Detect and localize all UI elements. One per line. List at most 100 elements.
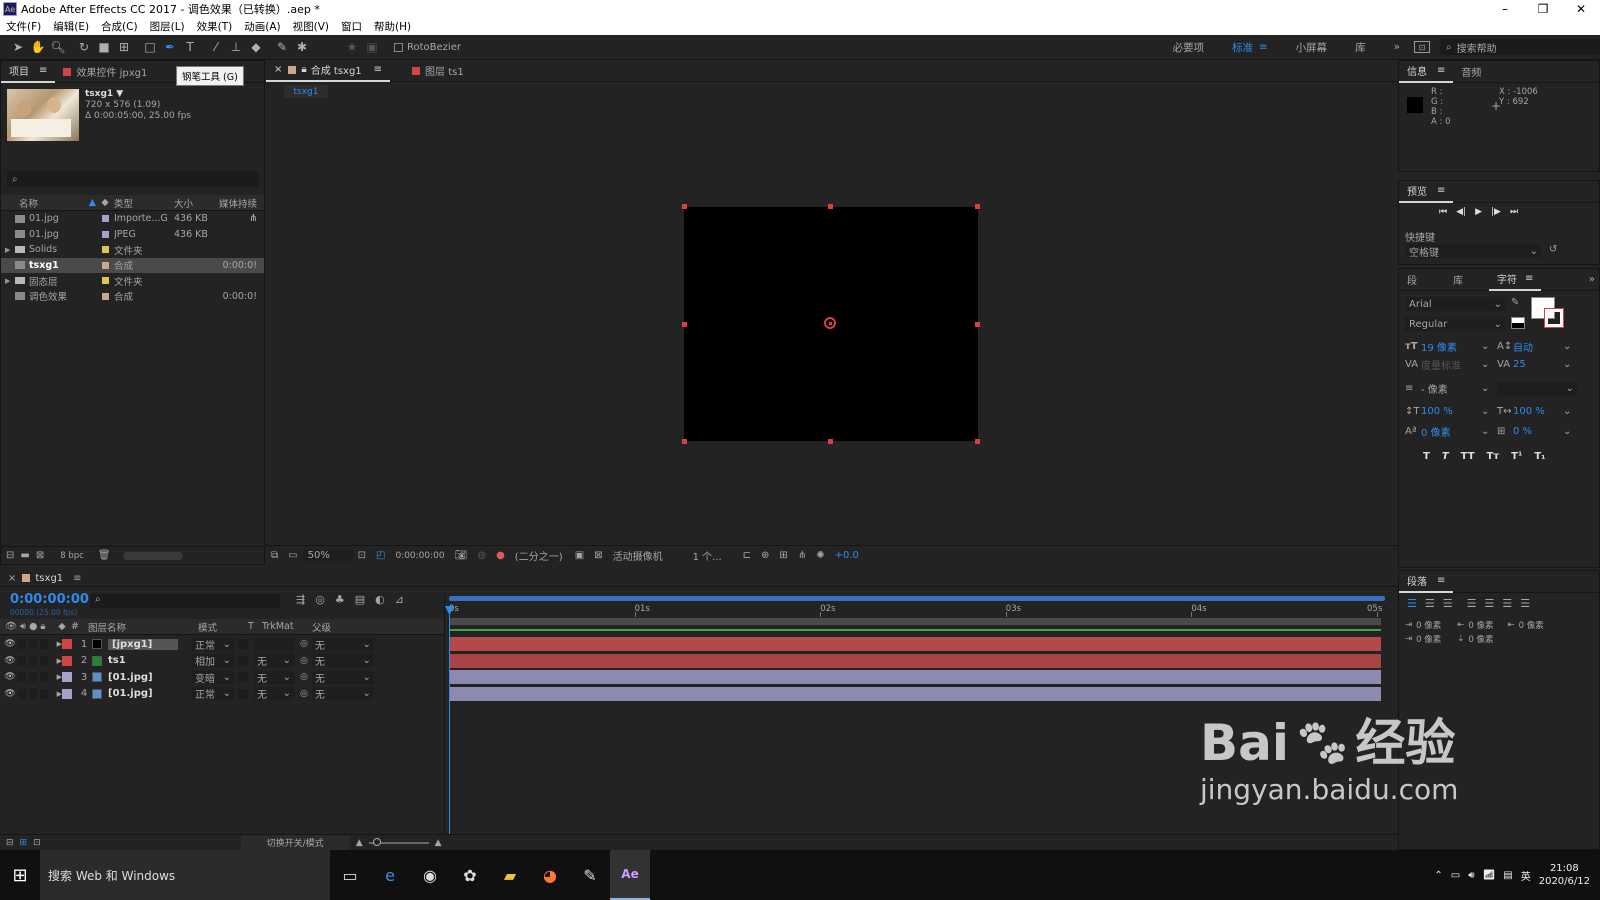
playhead[interactable] [449,606,450,834]
tracking-value[interactable]: 25 [1513,359,1563,370]
tab-paragraph-short[interactable]: 段 [1399,269,1425,291]
track-matte-select[interactable] [254,637,294,651]
eraser-tool-icon[interactable]: ◆ [246,37,266,57]
current-time-display[interactable]: 0:00:00:00 [390,551,449,561]
views-select[interactable]: 1 个... [688,548,738,563]
label-color[interactable] [101,215,109,223]
font-size-value[interactable]: 19 像素 [1421,339,1481,354]
lock-toggle[interactable] [39,655,48,666]
puppet-tool-icon[interactable]: ✱ [292,37,312,57]
new-comp-icon[interactable]: ⊠ [36,550,44,561]
stroke-width-value[interactable]: - 像素 [1421,381,1481,396]
camera-select[interactable]: 活动摄像机 [608,548,688,563]
tab-preview[interactable]: 预览 ≡ [1399,181,1454,203]
label-color[interactable] [101,261,109,269]
lock-switch-icon[interactable]: 🔒︎ [40,621,45,632]
faux-bold-button[interactable]: T [1423,451,1430,462]
task-view-icon[interactable]: ▭ [330,850,370,900]
rotate-tool-icon[interactable]: ↻ [74,37,94,57]
track-matte-select[interactable]: 无 ⌄ [254,687,294,701]
sync-settings-icon[interactable]: ⊡ [1414,41,1430,53]
video-visibility-icon[interactable]: 👁︎ [4,672,15,682]
preserve-transparency-toggle[interactable] [238,655,248,666]
restore-icon[interactable]: ❐ [1524,2,1562,16]
col-t[interactable]: T [248,621,262,632]
indent-right-value[interactable]: 0 像素 [1519,619,1544,631]
layer-row[interactable]: 👁︎ ▶ 3 [01.jpg] 变暗 ⌄ 无 ⌄ ◎ 无 ⌄ [0,669,444,686]
region-of-interest-icon[interactable]: ◰ [371,550,390,561]
parent-select[interactable]: 无 ⌄ [311,654,374,668]
play-icon[interactable]: ▶ [1475,207,1482,217]
thumbnail-slider[interactable] [122,551,183,560]
preserve-transparency-toggle[interactable] [238,639,248,650]
more-workspaces-icon[interactable]: » [1380,41,1414,53]
pan-behind-tool-icon[interactable]: ⊞ [114,37,134,57]
interpret-footage-icon[interactable]: ⊟ [6,550,14,561]
parent-select[interactable]: 无 ⌄ [311,670,374,685]
baseline-shift-value[interactable]: 0 像素 [1421,424,1481,439]
reset-icon[interactable]: ↺ [1549,244,1557,255]
align-center-icon[interactable]: ☰ [1425,597,1435,610]
last-frame-icon[interactable]: ⏭ [1510,207,1518,217]
workspace-standard[interactable]: 标准 [1218,40,1259,55]
menu-window[interactable]: 窗口 [335,19,368,34]
faux-italic-button[interactable]: T [1442,451,1449,462]
solo-toggle[interactable] [28,672,37,683]
label-color[interactable] [101,277,109,285]
parent-select[interactable]: 无 ⌄ [311,687,374,701]
more-panels-icon[interactable]: » [1589,274,1599,285]
subscript-button[interactable]: T₁ [1534,451,1545,462]
hand-tool-icon[interactable]: ✋ [28,37,48,57]
menu-file[interactable]: 文件(F) [0,19,47,34]
app-icon-1[interactable]: ◉ [410,850,450,900]
kerning-value[interactable]: 度量标准 [1421,357,1481,372]
blend-mode-select[interactable]: 变暗 ⌄ [192,670,234,685]
reset-exposure-icon[interactable]: ⊕ [756,550,774,561]
layer-duration-bar[interactable] [449,670,1381,684]
minimize-icon[interactable]: – [1486,2,1524,16]
tsume-value[interactable]: 0 % [1513,426,1563,437]
search-help-input[interactable]: ⌕ 搜索帮助 [1440,39,1600,55]
transparency-grid-icon[interactable]: ⊠ [589,550,607,561]
layer-name[interactable]: ts1 [108,655,126,666]
track-matte-select[interactable]: 无 ⌄ [254,670,294,685]
comp-flowchart-icon[interactable]: ⇶ [296,593,305,606]
file-explorer-icon[interactable]: ▰ [490,850,530,900]
tab-character[interactable]: 字符 ≡ [1489,269,1542,291]
label-tag-icon[interactable]: ◆ [96,197,114,208]
blend-mode-select[interactable]: 正常 ⌄ [192,687,234,701]
blend-mode-select[interactable]: 正常 ⌄ [192,637,234,652]
channels-icon[interactable]: ● [491,550,510,561]
project-item[interactable]: ▶ 固态层 文件夹 [1,273,264,289]
font-style-select[interactable]: Regular ⌄ [1405,317,1505,331]
blend-mode-select[interactable]: 相加 ⌄ [192,654,234,668]
col-duration[interactable]: 媒体持续 [212,196,257,210]
timeline-timecode[interactable]: 0:00:00:00 [10,592,89,607]
justify-right-icon[interactable]: ☰ [1502,597,1512,610]
camera-tool-icon[interactable]: ■ [94,37,114,57]
shortcut-select[interactable]: 空格键 ⌄ [1405,244,1541,259]
audio-toggle[interactable] [18,639,26,650]
tab-libraries[interactable]: 库 [1445,269,1471,291]
pick-whip-icon[interactable]: ◎ [300,639,308,649]
snap-options-icon[interactable]: ▣ [362,37,382,57]
layer-name[interactable]: [01.jpg] [108,672,153,683]
layer-duration-bar[interactable] [449,637,1381,651]
3d-renderer-icon[interactable]: ⊞ [774,550,792,561]
workspace-menu-icon[interactable]: ≡ [1259,42,1281,53]
label-color[interactable] [101,292,109,300]
horizontal-scale-value[interactable]: 100 % [1513,406,1563,417]
align-right-icon[interactable]: ☰ [1443,597,1453,610]
anchor-point-icon[interactable] [824,317,836,329]
preserve-transparency-toggle[interactable] [238,688,248,699]
pick-whip-icon[interactable]: ◎ [300,656,308,666]
bit-depth-button[interactable]: 8 bpc [60,551,84,561]
preview-item-name[interactable]: tsxg1 ▼ [85,89,191,100]
menu-help[interactable]: 帮助(H) [368,19,417,34]
col-layer-name[interactable]: 图层名称 [88,620,198,634]
first-frame-icon[interactable]: ⏮ [1439,207,1447,217]
menu-edit[interactable]: 编辑(E) [47,19,95,34]
label-color[interactable] [101,246,109,254]
parent-select[interactable]: 无 ⌄ [311,637,374,652]
exposure-value[interactable]: +0.0 [830,550,864,561]
